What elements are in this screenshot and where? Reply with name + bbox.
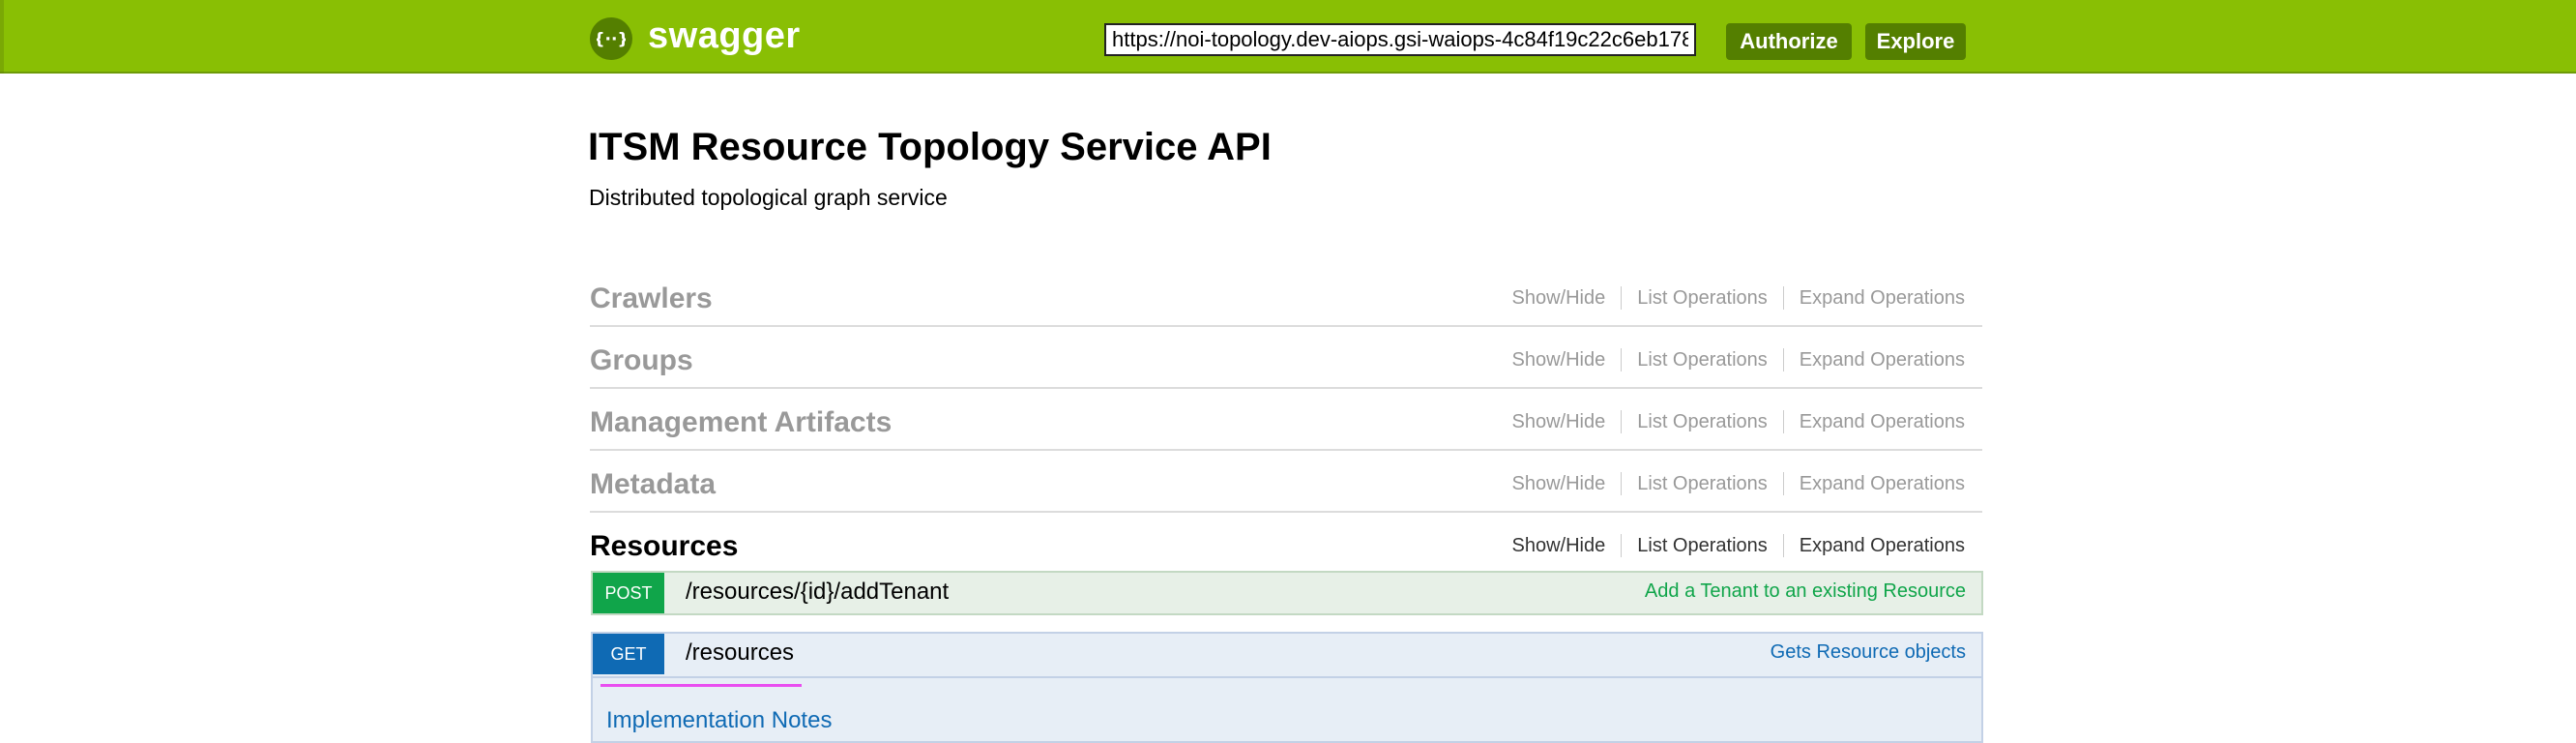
expand-operations-link[interactable]: Expand Operations xyxy=(1800,287,1965,310)
endpoint-path[interactable]: /resources xyxy=(686,639,794,667)
divider xyxy=(1782,534,1784,557)
show-hide-link[interactable]: Show/Hide xyxy=(1512,287,1606,310)
section-metadata: Metadata Show/Hide List Operations Expan… xyxy=(590,451,1982,513)
expand-operations-link[interactable]: Expand Operations xyxy=(1800,535,1965,557)
implementation-notes-heading: Implementation Notes xyxy=(606,707,833,733)
endpoint-post-add-tenant[interactable]: POST /resources/{id}/addTenant Add a Ten… xyxy=(591,571,1983,615)
section-operations: Show/Hide List Operations Expand Operati… xyxy=(1512,534,1965,557)
braces-icon: {··} xyxy=(597,30,626,49)
section-crawlers: Crawlers Show/Hide List Operations Expan… xyxy=(590,265,1982,327)
section-resources: Resources Show/Hide List Operations Expa… xyxy=(590,513,1982,575)
header-edge xyxy=(0,0,4,74)
section-title-crawlers[interactable]: Crawlers xyxy=(590,282,713,315)
section-operations: Show/Hide List Operations Expand Operati… xyxy=(1512,286,1965,310)
page-title: ITSM Resource Topology Service API xyxy=(588,126,1272,168)
divider xyxy=(1782,286,1784,310)
section-title-groups[interactable]: Groups xyxy=(590,344,693,377)
method-badge-get[interactable]: GET xyxy=(593,634,664,674)
highlight-underline xyxy=(600,684,802,687)
list-operations-link[interactable]: List Operations xyxy=(1637,473,1768,495)
divider xyxy=(1782,348,1784,372)
endpoint-summary[interactable]: Add a Tenant to an existing Resource xyxy=(1645,580,1966,603)
divider xyxy=(1621,472,1623,495)
swagger-logo-icon[interactable]: {··} xyxy=(590,17,632,60)
authorize-button[interactable]: Authorize xyxy=(1726,23,1852,60)
brand-name[interactable]: swagger xyxy=(648,15,801,57)
endpoint-path[interactable]: /resources/{id}/addTenant xyxy=(686,579,949,606)
divider xyxy=(1782,410,1784,433)
page-description: Distributed topological graph service xyxy=(589,185,948,210)
endpoint-get-resources[interactable]: GET /resources Gets Resource objects Imp… xyxy=(591,632,1983,743)
expand-operations-link[interactable]: Expand Operations xyxy=(1800,349,1965,372)
expand-operations-link[interactable]: Expand Operations xyxy=(1800,473,1965,495)
show-hide-link[interactable]: Show/Hide xyxy=(1512,411,1606,433)
endpoint-summary[interactable]: Gets Resource objects xyxy=(1771,641,1966,664)
expand-operations-link[interactable]: Expand Operations xyxy=(1800,411,1965,433)
section-title-metadata[interactable]: Metadata xyxy=(590,468,716,501)
show-hide-link[interactable]: Show/Hide xyxy=(1512,473,1606,495)
section-management-artifacts: Management Artifacts Show/Hide List Oper… xyxy=(590,389,1982,451)
section-operations: Show/Hide List Operations Expand Operati… xyxy=(1512,410,1965,433)
divider xyxy=(1782,472,1784,495)
section-operations: Show/Hide List Operations Expand Operati… xyxy=(1512,348,1965,372)
explore-button[interactable]: Explore xyxy=(1865,23,1966,60)
section-operations: Show/Hide List Operations Expand Operati… xyxy=(1512,472,1965,495)
divider xyxy=(1621,534,1623,557)
list-operations-link[interactable]: List Operations xyxy=(1637,411,1768,433)
section-groups: Groups Show/Hide List Operations Expand … xyxy=(590,327,1982,389)
divider xyxy=(1621,348,1623,372)
show-hide-link[interactable]: Show/Hide xyxy=(1512,349,1606,372)
show-hide-link[interactable]: Show/Hide xyxy=(1512,535,1606,557)
list-operations-link[interactable]: List Operations xyxy=(1637,535,1768,557)
svg-text:{··}: {··} xyxy=(597,30,626,49)
divider xyxy=(1621,410,1623,433)
section-title-resources[interactable]: Resources xyxy=(590,530,738,563)
divider xyxy=(593,676,1981,678)
method-badge-post[interactable]: POST xyxy=(593,573,664,613)
section-title-management-artifacts[interactable]: Management Artifacts xyxy=(590,406,892,439)
divider xyxy=(1621,286,1623,310)
top-bar: {··} swagger Authorize Explore xyxy=(0,0,2576,74)
api-url-input[interactable] xyxy=(1104,23,1696,56)
list-operations-link[interactable]: List Operations xyxy=(1637,287,1768,310)
list-operations-link[interactable]: List Operations xyxy=(1637,349,1768,372)
